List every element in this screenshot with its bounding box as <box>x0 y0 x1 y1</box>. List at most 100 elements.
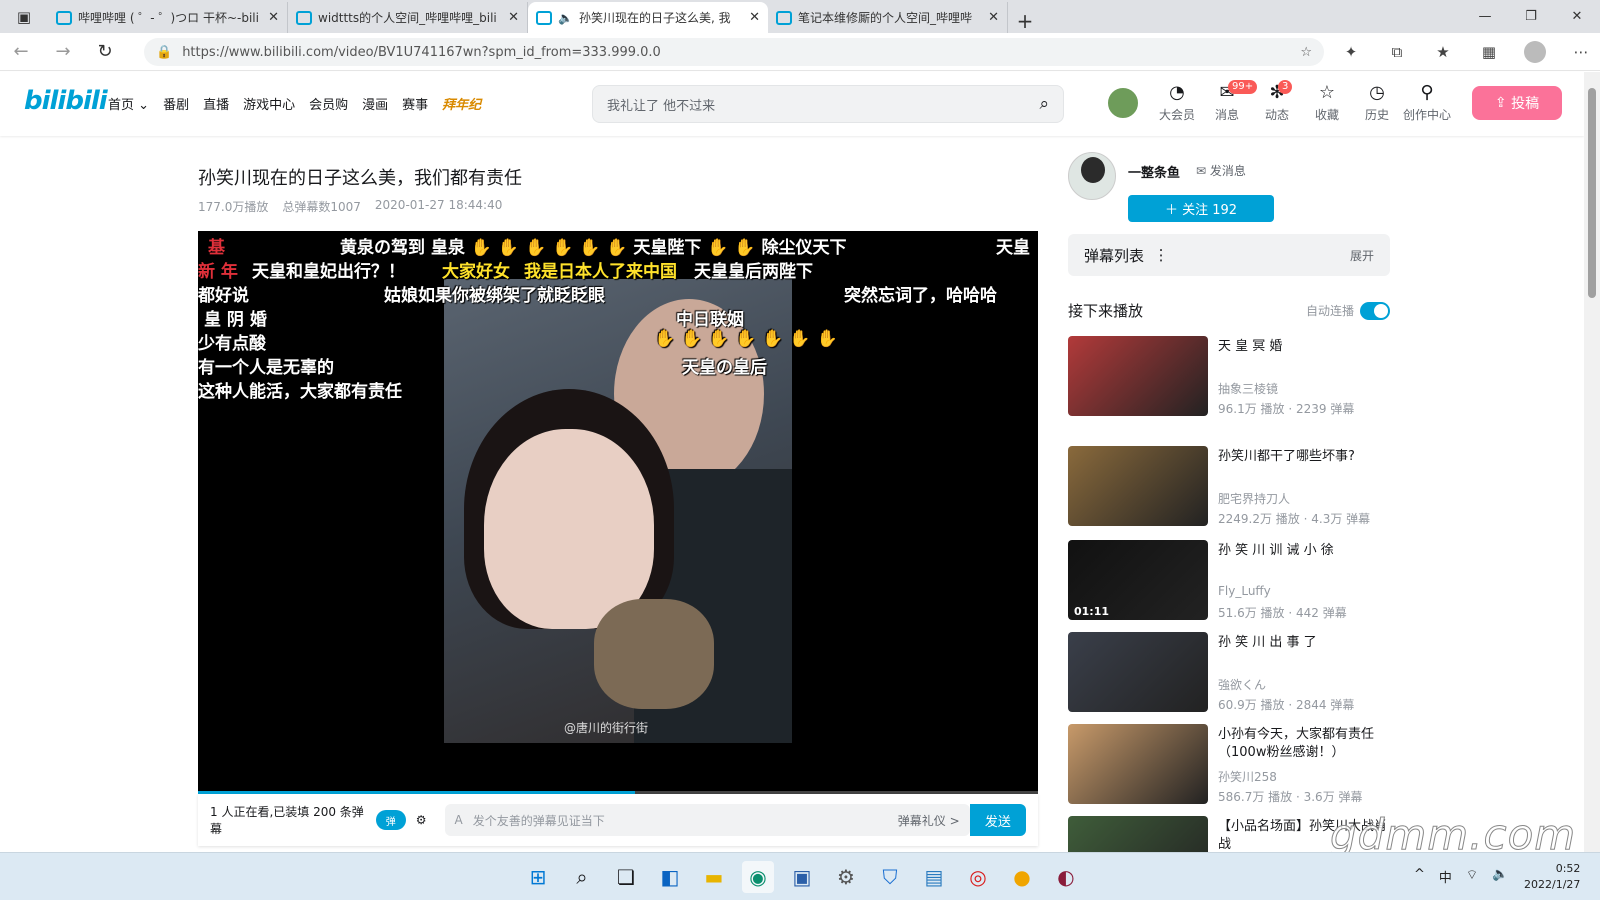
search-icon[interactable]: ⌕ <box>566 861 598 893</box>
forward-icon[interactable]: → <box>42 41 84 62</box>
back-icon[interactable]: ← <box>0 41 42 62</box>
recommended-title[interactable]: 孙 笑 川 训 诫 小 徐 <box>1218 542 1390 560</box>
follow-button[interactable]: ＋ 关注 192 <box>1128 195 1274 222</box>
uploader-avatar[interactable] <box>1068 152 1116 200</box>
remote-desktop-icon[interactable]: ▤ <box>918 861 950 893</box>
user-avatar[interactable] <box>1106 86 1140 120</box>
file-explorer-icon[interactable]: ▬ <box>698 861 730 893</box>
media-app-icon[interactable]: ◐ <box>1050 861 1082 893</box>
danmaku-input-placeholder[interactable]: 发个友善的弹幕见证当下 <box>473 812 605 829</box>
text-style-icon[interactable]: A <box>455 813 463 827</box>
close-tab-icon[interactable]: ✕ <box>749 10 760 25</box>
send-danmaku-button[interactable]: 发送 <box>969 804 1026 836</box>
refresh-icon[interactable]: ↻ <box>84 41 126 62</box>
nav-game-center[interactable]: 游戏中心 <box>243 94 295 113</box>
store-icon[interactable]: ▣ <box>786 861 818 893</box>
video-player[interactable]: @唐川的街行街 基 黄泉の驾到 皇泉 ✋ ✋ ✋ ✋ ✋ ✋ 天皇陛下 ✋ ✋ … <box>198 231 1038 791</box>
widgets-icon[interactable]: ◧ <box>654 861 686 893</box>
browser-tab-2[interactable]: widttts的个人空间_哔哩哔哩_bili ✕ <box>288 2 528 33</box>
collections-icon[interactable]: ▦ <box>1468 37 1510 67</box>
task-view-icon[interactable]: ❏ <box>610 861 642 893</box>
recommended-author[interactable]: 肥宅界持刀人 <box>1218 490 1290 507</box>
nav-home[interactable]: 首页 ⌄ <box>108 94 149 113</box>
extension-icon[interactable]: ✦ <box>1330 37 1372 67</box>
nav-bangumi[interactable]: 番剧 <box>163 94 189 113</box>
danmaku-settings-icon[interactable]: ⚙ <box>416 813 427 827</box>
lock-icon[interactable]: 🔒 <box>156 45 172 60</box>
chat-app-icon[interactable]: ● <box>1006 861 1038 893</box>
minimize-icon[interactable]: — <box>1462 0 1508 33</box>
speaker-icon[interactable]: 🔈 <box>558 11 573 25</box>
browser-tab-4[interactable]: 笔记本维修厮的个人空间_哔哩哔 ✕ <box>768 2 1008 33</box>
recommended-video[interactable]: 孙 笑 川 出 事 了強欲くん 60.9万 播放 · 2844 弹幕 <box>1068 632 1390 714</box>
close-tab-icon[interactable]: ✕ <box>508 10 519 25</box>
puzzle-icon[interactable]: ⧉ <box>1376 37 1418 67</box>
recommended-title[interactable]: 孙笑川都干了哪些坏事? <box>1218 448 1390 466</box>
history-button[interactable]: ◷ 历史 <box>1352 82 1402 123</box>
nav-mall[interactable]: 会员购 <box>309 94 348 113</box>
more-menu-icon[interactable]: ⋯ <box>1560 37 1600 67</box>
vip-button[interactable]: ◔ 大会员 <box>1152 82 1202 123</box>
close-tab-icon[interactable]: ✕ <box>988 10 999 25</box>
scrollbar-thumb[interactable] <box>1588 88 1596 298</box>
video-thumbnail[interactable] <box>1068 336 1208 416</box>
favorites-button[interactable]: ☆ 收藏 <box>1302 82 1352 123</box>
video-thumbnail[interactable]: 01:11 <box>1068 540 1208 620</box>
video-thumbnail[interactable] <box>1068 724 1208 804</box>
recommended-author[interactable]: Fly_Luffy <box>1218 584 1271 598</box>
url-text[interactable]: https://www.bilibili.com/video/BV1U74116… <box>182 45 661 60</box>
tray-chevron-icon[interactable]: ^ <box>1414 867 1425 886</box>
close-tab-icon[interactable]: ✕ <box>268 10 279 25</box>
recommended-video[interactable]: 孙笑川都干了哪些坏事? 肥宅界持刀人 2249.2万 播放 · 4.3万 弹幕 <box>1068 446 1390 528</box>
search-input[interactable]: 我礼让了 他不过来 ⌕ <box>592 85 1064 123</box>
edge-browser-icon[interactable]: ◉ <box>742 861 774 893</box>
upload-button[interactable]: ⇪ 投稿 <box>1472 86 1562 120</box>
expand-button[interactable]: 展开 <box>1350 247 1374 264</box>
recommended-video[interactable]: 天 皇 冥 婚抽象三棱镜 96.1万 播放 · 2239 弹幕 <box>1068 336 1390 418</box>
close-window-icon[interactable]: ✕ <box>1554 0 1600 33</box>
browser-tab-1[interactable]: 哔哩哔哩 ( ゜- ゜)つロ 干杯~-bili ✕ <box>48 2 288 33</box>
danmaku-etiquette-link[interactable]: 弹幕礼仪 > <box>898 812 960 829</box>
settings-icon[interactable]: ⚙ <box>830 861 862 893</box>
windows-start-icon[interactable]: ⊞ <box>522 861 554 893</box>
recommended-author[interactable]: 孙笑川258 <box>1218 768 1277 785</box>
uploader-name[interactable]: 一整条鱼 <box>1128 162 1180 181</box>
search-icon[interactable]: ⌕ <box>1039 94 1049 114</box>
bilibili-logo[interactable]: bilibili <box>24 86 108 116</box>
recommended-title[interactable]: 小孙有今天，大家都有责任（100w粉丝感谢！） <box>1218 726 1390 762</box>
creator-center-button[interactable]: ⚲ 创作中心 <box>1402 82 1452 123</box>
netease-music-icon[interactable]: ◎ <box>962 861 994 893</box>
nav-manga[interactable]: 漫画 <box>362 94 388 113</box>
video-thumbnail[interactable] <box>1068 446 1208 526</box>
danmaku-list-panel[interactable]: 弹幕列表 ⋮ 展开 <box>1068 234 1390 276</box>
recommended-title[interactable]: 孙 笑 川 出 事 了 <box>1218 634 1390 652</box>
new-tab-button[interactable]: + <box>1008 9 1042 33</box>
favorite-star-icon[interactable]: ☆ <box>1300 45 1312 60</box>
maximize-icon[interactable]: ❐ <box>1508 0 1554 33</box>
security-shield-icon[interactable]: ⛉ <box>874 861 906 893</box>
volume-icon[interactable]: 🔈 <box>1492 867 1508 886</box>
nav-new-year-gala[interactable]: 拜年纪 <box>442 94 481 113</box>
recommended-video[interactable]: 01:11 孙 笑 川 训 诫 小 徐 Fly_Luffy 51.6万 播放 · 44… <box>1068 540 1390 622</box>
messages-button[interactable]: ✉ 99+ 消息 <box>1202 80 1258 123</box>
nav-live[interactable]: 直播 <box>203 94 229 113</box>
tab-actions-icon[interactable]: ▣ <box>0 0 48 33</box>
send-message-link[interactable]: ✉ 发消息 <box>1196 162 1246 179</box>
recommended-author[interactable]: 強欲くん <box>1218 676 1266 693</box>
wifi-icon[interactable]: ⌔ <box>1466 867 1478 886</box>
autoplay-switch[interactable] <box>1360 301 1390 320</box>
nav-esports[interactable]: 赛事 <box>402 94 428 113</box>
recommended-author[interactable]: 抽象三棱镜 <box>1218 380 1278 397</box>
video-thumbnail[interactable] <box>1068 632 1208 712</box>
recommended-video[interactable]: 小孙有今天，大家都有责任（100w粉丝感谢！） 孙笑川258 586.7万 播放 ·… <box>1068 724 1390 806</box>
search-placeholder[interactable]: 我礼让了 他不过来 <box>607 95 715 114</box>
dynamics-button[interactable]: ✻ 3 动态 <box>1252 80 1302 123</box>
favorites-icon[interactable]: ★ <box>1422 37 1464 67</box>
browser-tab-3[interactable]: 🔈 孙笑川现在的日子这么美, 我 ✕ <box>528 2 768 33</box>
danmaku-input[interactable]: A 发个友善的弹幕见证当下 弹幕礼仪 > <box>444 804 970 836</box>
ime-indicator[interactable]: 中 <box>1439 867 1452 886</box>
recommended-title[interactable]: 天 皇 冥 婚 <box>1218 338 1390 356</box>
taskbar-clock[interactable]: 0:52 2022/1/27 <box>1524 861 1580 893</box>
danmaku-toggle[interactable]: 弹 <box>375 810 406 830</box>
profile-avatar[interactable] <box>1514 37 1556 67</box>
